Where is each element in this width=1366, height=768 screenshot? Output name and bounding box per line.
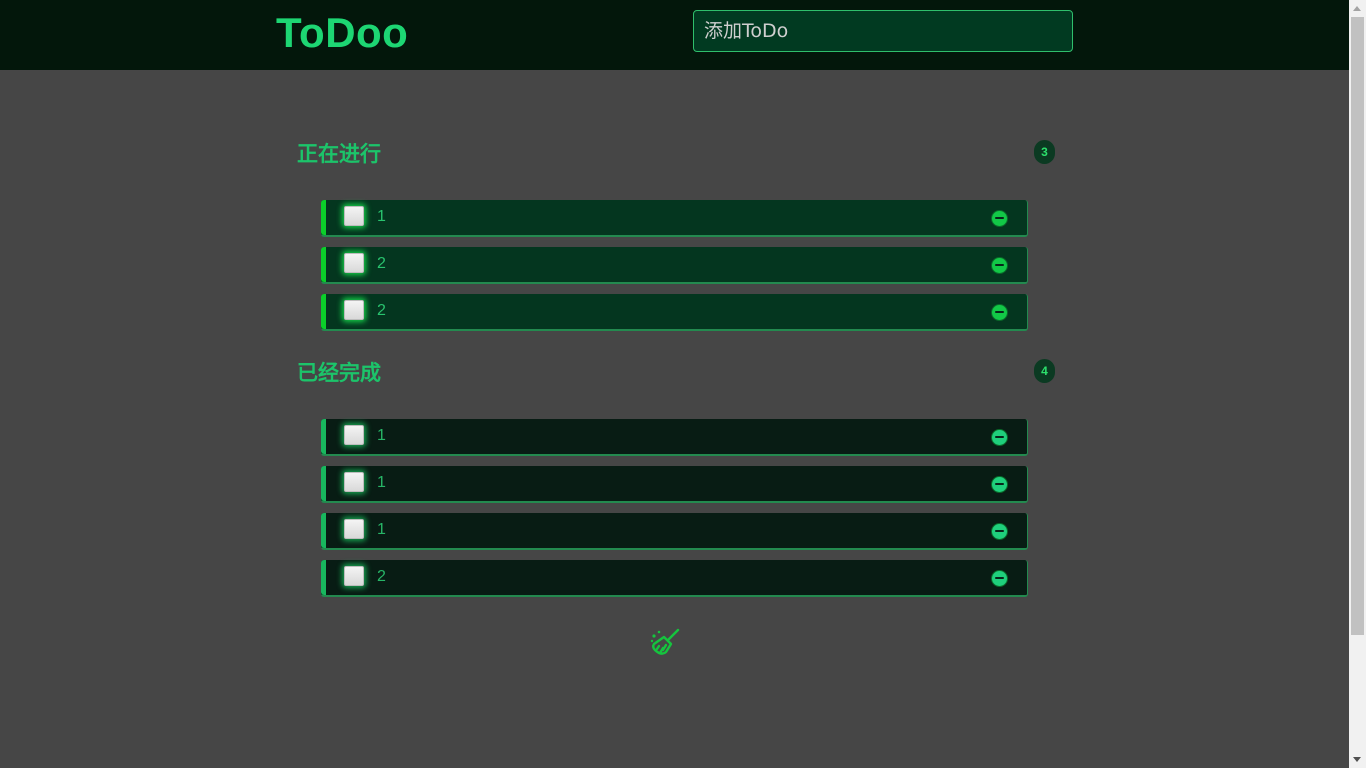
scroll-up-arrow-icon[interactable] xyxy=(1353,6,1361,11)
remove-item-button[interactable] xyxy=(991,257,1008,274)
scroll-down-arrow-icon[interactable] xyxy=(1353,757,1361,762)
vertical-scrollbar[interactable] xyxy=(1349,0,1366,768)
doing-count-badge: 3 xyxy=(1034,140,1055,164)
doing-list: 1 2 2 xyxy=(321,200,1028,341)
done-checkbox[interactable] xyxy=(344,566,364,586)
done-item-text[interactable]: 1 xyxy=(377,520,386,540)
done-checkbox[interactable] xyxy=(344,425,364,445)
doing-section-title: 正在进行 xyxy=(297,141,381,166)
todo-item: 2 xyxy=(321,247,1028,284)
app-logo: ToDoo xyxy=(276,9,409,56)
clear-completed-button[interactable] xyxy=(649,626,683,660)
scrollbar-thumb[interactable] xyxy=(1351,17,1364,635)
todo-item: 2 xyxy=(321,294,1028,331)
remove-item-button[interactable] xyxy=(991,429,1008,446)
todo-item-text[interactable]: 2 xyxy=(377,301,386,321)
remove-item-button[interactable] xyxy=(991,570,1008,587)
done-item-text[interactable]: 1 xyxy=(377,426,386,446)
remove-item-button[interactable] xyxy=(991,476,1008,493)
remove-item-button[interactable] xyxy=(991,210,1008,227)
remove-item-button[interactable] xyxy=(991,304,1008,321)
done-item-text[interactable]: 1 xyxy=(377,473,386,493)
add-todo-input[interactable] xyxy=(693,10,1073,52)
todo-item-text[interactable]: 1 xyxy=(377,207,386,227)
done-item: 1 xyxy=(321,419,1028,456)
broom-icon xyxy=(650,628,680,655)
done-section-title: 已经完成 xyxy=(297,360,381,385)
done-item: 1 xyxy=(321,513,1028,550)
done-checkbox[interactable] xyxy=(344,519,364,539)
done-checkbox[interactable] xyxy=(344,472,364,492)
todo-checkbox[interactable] xyxy=(344,300,364,320)
done-list: 1 1 1 2 xyxy=(321,419,1028,607)
remove-item-button[interactable] xyxy=(991,523,1008,540)
done-item: 2 xyxy=(321,560,1028,597)
done-count-badge: 4 xyxy=(1034,359,1055,383)
app-viewport: ToDoo 正在进行 3 1 2 2 已经完成 4 1 xyxy=(0,0,1349,768)
todo-item: 1 xyxy=(321,200,1028,237)
done-item-text[interactable]: 2 xyxy=(377,567,386,587)
header-bar: ToDoo xyxy=(0,0,1349,70)
todo-checkbox[interactable] xyxy=(344,253,364,273)
todo-item-text[interactable]: 2 xyxy=(377,254,386,274)
todo-checkbox[interactable] xyxy=(344,206,364,226)
done-item: 1 xyxy=(321,466,1028,503)
